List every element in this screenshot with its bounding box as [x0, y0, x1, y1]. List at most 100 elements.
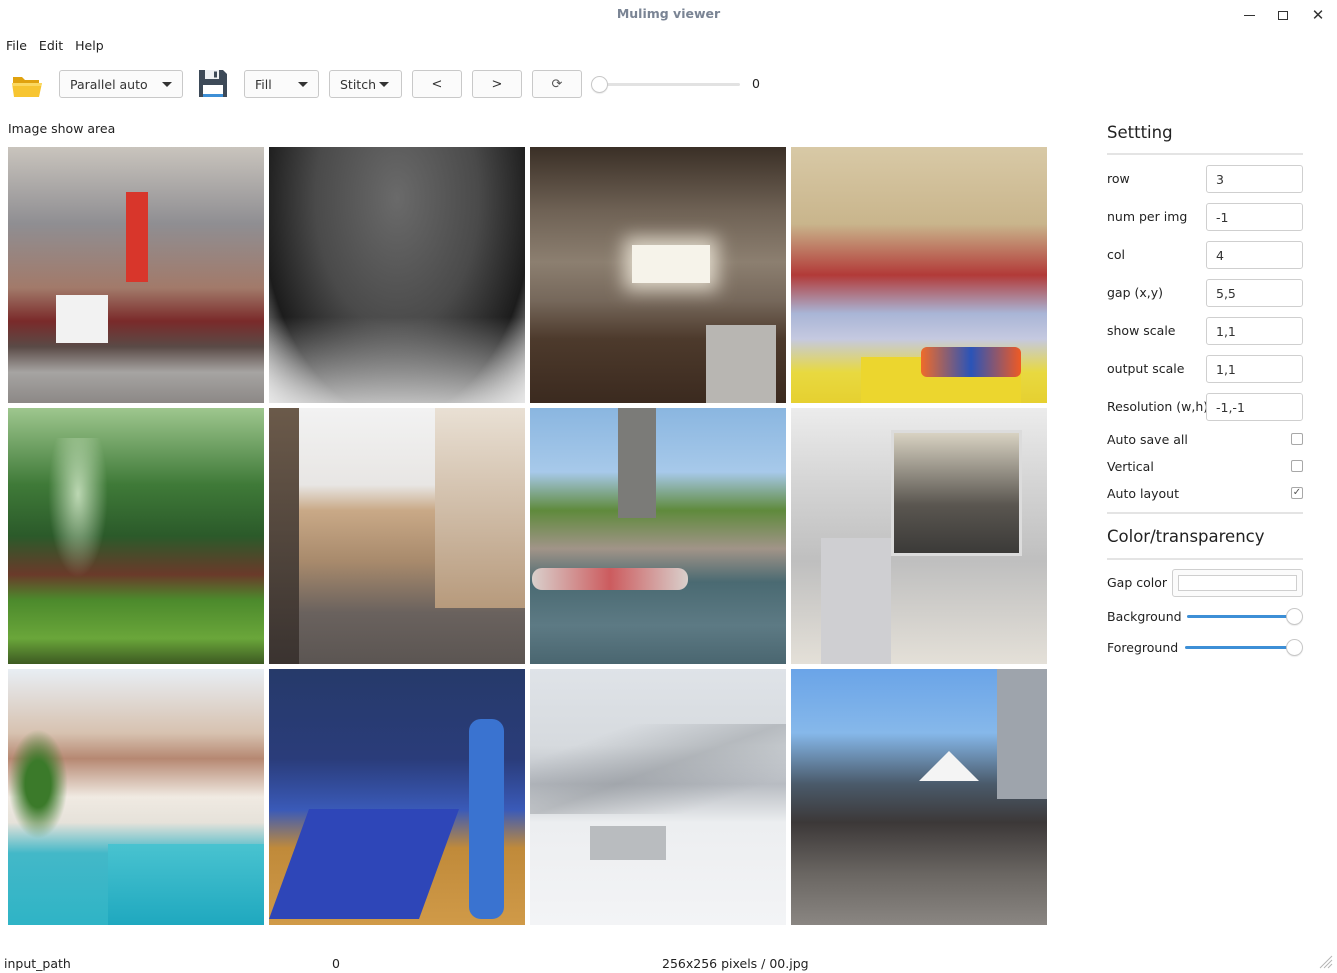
image-index-value: 0: [752, 76, 760, 91]
auto-save-all-label: Auto save all: [1107, 432, 1188, 447]
toolbar: Parallel auto Fill Stitch < > ⟳ 0: [0, 68, 1337, 100]
image-tile[interactable]: [269, 147, 525, 403]
image-tile[interactable]: [269, 669, 525, 925]
vertical-row: Vertical: [1107, 457, 1303, 477]
setting-row-show-scale: show scale: [1107, 317, 1303, 345]
folder-open-icon: [12, 77, 42, 97]
close-icon: ✕: [1311, 5, 1325, 24]
auto-layout-checkbox[interactable]: ✓: [1291, 487, 1303, 499]
image-tile[interactable]: [791, 669, 1047, 925]
foreground-row: Foreground: [1107, 638, 1303, 658]
resolution-label: Resolution (w,h): [1107, 399, 1209, 414]
col-label: col: [1107, 247, 1125, 262]
gap-label: gap (x,y): [1107, 285, 1164, 300]
chevron-left-icon: <: [431, 76, 443, 92]
slider-track: [598, 83, 740, 86]
divider: [1107, 512, 1303, 514]
vertical-label: Vertical: [1107, 459, 1154, 474]
foreground-slider-handle[interactable]: [1286, 639, 1303, 656]
image-tile[interactable]: [530, 669, 786, 925]
background-slider-handle[interactable]: [1286, 608, 1303, 625]
slider-handle[interactable]: [591, 76, 608, 93]
image-tile[interactable]: [791, 408, 1047, 664]
window-title: Mulimg viewer: [616, 6, 721, 21]
setting-row-col: col: [1107, 241, 1303, 269]
background-slider-track: [1187, 615, 1293, 618]
settings-title: Settting: [1107, 123, 1173, 142]
setting-row-num-per-img: num per img: [1107, 203, 1303, 231]
open-folder-button[interactable]: [11, 74, 43, 98]
settings-panel: Settting row num per img col gap (x,y) s…: [1107, 120, 1303, 660]
image-tile[interactable]: [8, 408, 264, 664]
previous-button[interactable]: <: [412, 70, 462, 98]
floppy-save-icon: [199, 70, 227, 97]
maximize-icon: [1278, 10, 1288, 20]
gap-color-label: Gap color: [1107, 575, 1168, 590]
image-area-label: Image show area: [8, 121, 116, 136]
auto-layout-row: Auto layout ✓: [1107, 484, 1303, 504]
vertical-checkbox[interactable]: [1291, 460, 1303, 472]
image-tile[interactable]: [8, 147, 264, 403]
minimize-icon: [1243, 14, 1255, 16]
color-section: Color/transparency: [1107, 512, 1303, 560]
fill-mode-dropdown[interactable]: Fill: [244, 70, 319, 98]
title-bar: Mulimg viewer ✕: [0, 0, 1337, 30]
num-per-img-label: num per img: [1107, 209, 1188, 224]
resize-grip-icon[interactable]: [1317, 953, 1333, 969]
image-index-slider[interactable]: [590, 74, 740, 94]
parallel-mode-value: Parallel auto: [70, 76, 148, 92]
num-per-img-input[interactable]: [1206, 203, 1303, 231]
background-slider[interactable]: [1187, 607, 1303, 627]
chevron-down-icon: [298, 82, 308, 87]
menu-help[interactable]: Help: [69, 36, 110, 56]
menu-bar: File Edit Help: [0, 36, 110, 56]
col-input[interactable]: [1206, 241, 1303, 269]
chevron-right-icon: >: [491, 76, 503, 92]
setting-row-output-scale: output scale: [1107, 355, 1303, 383]
resolution-input[interactable]: [1206, 393, 1303, 421]
foreground-slider[interactable]: [1185, 638, 1303, 658]
minimize-button[interactable]: [1237, 4, 1261, 26]
status-image-info: 256x256 pixels / 00.jpg: [662, 956, 809, 971]
refresh-button[interactable]: ⟳: [532, 70, 582, 98]
status-index: 0: [332, 956, 340, 971]
divider: [1107, 153, 1303, 155]
auto-save-all-checkbox[interactable]: [1291, 433, 1303, 445]
setting-row-row: row: [1107, 165, 1303, 193]
divider: [1107, 558, 1303, 560]
gap-color-row: Gap color: [1107, 569, 1303, 597]
image-tile[interactable]: [530, 408, 786, 664]
close-button[interactable]: ✕: [1306, 4, 1330, 26]
image-tile[interactable]: [791, 147, 1047, 403]
row-label: row: [1107, 171, 1130, 186]
gap-input[interactable]: [1206, 279, 1303, 307]
show-scale-label: show scale: [1107, 323, 1176, 338]
image-tile[interactable]: [8, 669, 264, 925]
background-row: Background: [1107, 607, 1303, 627]
setting-row-resolution: Resolution (w,h): [1107, 393, 1303, 421]
menu-file[interactable]: File: [0, 36, 33, 56]
stitch-mode-value: Stitch: [340, 76, 377, 92]
row-input[interactable]: [1206, 165, 1303, 193]
maximize-button[interactable]: [1271, 4, 1295, 26]
next-button[interactable]: >: [472, 70, 522, 98]
output-scale-label: output scale: [1107, 361, 1185, 376]
refresh-icon: ⟳: [551, 76, 563, 92]
image-grid[interactable]: [8, 147, 1047, 925]
setting-row-gap: gap (x,y): [1107, 279, 1303, 307]
fill-mode-value: Fill: [255, 76, 272, 92]
menu-edit[interactable]: Edit: [33, 36, 69, 56]
foreground-label: Foreground: [1107, 640, 1179, 655]
image-tile[interactable]: [269, 408, 525, 664]
save-button[interactable]: [197, 68, 229, 99]
parallel-mode-dropdown[interactable]: Parallel auto: [59, 70, 183, 98]
show-scale-input[interactable]: [1206, 317, 1303, 345]
output-scale-input[interactable]: [1206, 355, 1303, 383]
gap-color-swatch: [1178, 575, 1297, 591]
image-tile[interactable]: [530, 147, 786, 403]
gap-color-picker[interactable]: [1172, 569, 1303, 597]
chevron-down-icon: [162, 82, 172, 87]
stitch-mode-dropdown[interactable]: Stitch: [329, 70, 402, 98]
chevron-down-icon: [379, 82, 389, 87]
status-input-path: input_path: [4, 956, 71, 971]
